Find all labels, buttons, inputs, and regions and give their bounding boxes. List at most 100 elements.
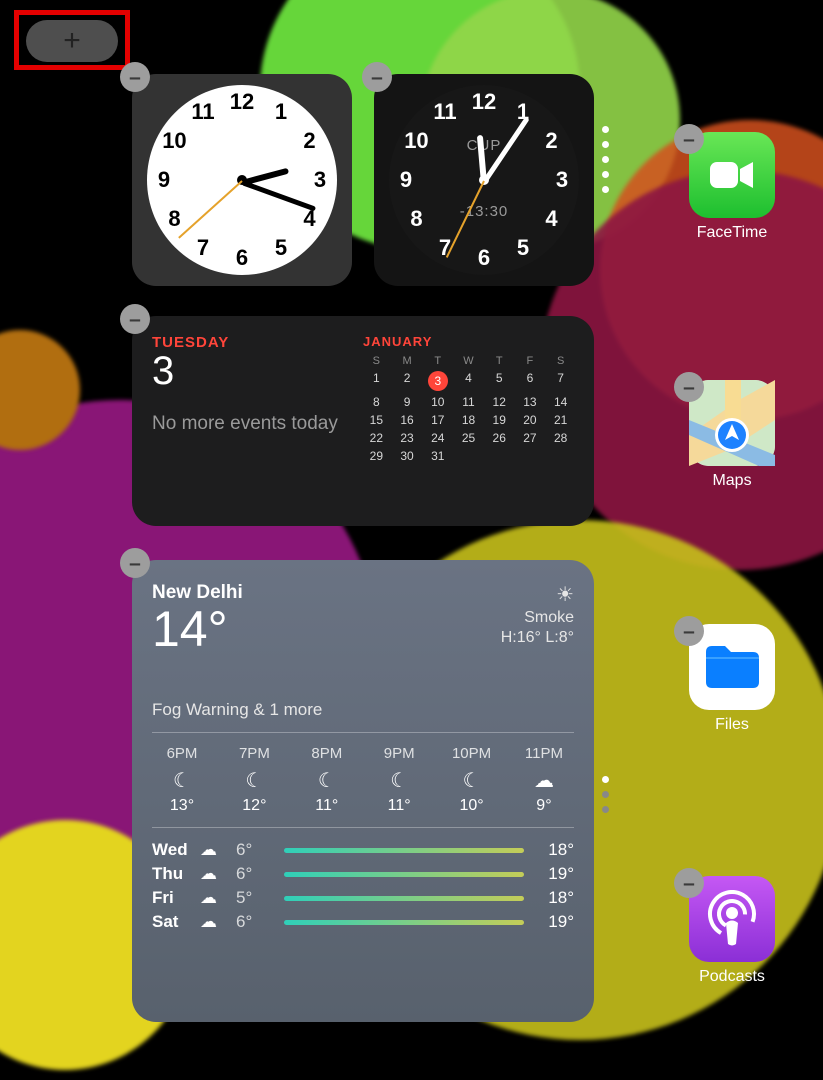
- calendar-dow: T: [486, 355, 513, 367]
- widget-page-dots[interactable]: [602, 126, 609, 193]
- remove-app-button[interactable]: –: [674, 616, 704, 646]
- app-maps[interactable]: – Maps: [682, 380, 782, 490]
- weather-day-row: Thu☁6°19°: [152, 864, 574, 884]
- calendar-cell: 31: [424, 449, 451, 463]
- weather-day-row: Fri☁5°18°: [152, 888, 574, 908]
- calendar-cell: 23: [394, 431, 421, 445]
- clock-numeral: 7: [197, 235, 209, 261]
- podcast-icon: [705, 890, 759, 948]
- clock-widget-world[interactable]: – CUP -13:30 121234567891011: [374, 74, 594, 286]
- weather-widget[interactable]: – New Delhi 14° ☀ Smoke H:16° L:8° Fog W…: [132, 560, 594, 1022]
- weather-condition: Smoke: [501, 609, 574, 627]
- clock-numeral: 5: [275, 235, 287, 261]
- clock-numeral: 5: [517, 235, 529, 261]
- clock-numeral: 2: [545, 128, 557, 154]
- app-podcasts[interactable]: – Podcasts: [682, 876, 782, 986]
- app-label: Maps: [682, 472, 782, 490]
- app-label: Podcasts: [682, 968, 782, 986]
- folder-icon: [703, 644, 761, 690]
- calendar-cell: 20: [517, 413, 544, 427]
- calendar-cell: 1: [363, 371, 390, 391]
- calendar-cell: 18: [455, 413, 482, 427]
- clock-numeral: 2: [303, 128, 315, 154]
- app-facetime[interactable]: – FaceTime: [682, 132, 782, 242]
- remove-widget-button[interactable]: –: [120, 548, 150, 578]
- highlight-box: [14, 10, 130, 70]
- remove-app-button[interactable]: –: [674, 868, 704, 898]
- calendar-cell: 17: [424, 413, 451, 427]
- clock-numeral: 3: [314, 167, 326, 193]
- weather-hour: 6PM☾13°: [152, 745, 212, 815]
- calendar-cell: 28: [547, 431, 574, 445]
- clock-numeral: 11: [433, 99, 456, 125]
- clock-numeral: 10: [162, 128, 186, 154]
- calendar-cell: 12: [486, 395, 513, 409]
- clock-numeral: 12: [472, 89, 496, 115]
- weather-temp: 14°: [152, 604, 243, 654]
- weather-hilo: H:16° L:8°: [501, 629, 574, 647]
- clock-numeral: 12: [230, 89, 254, 115]
- calendar-cell: 19: [486, 413, 513, 427]
- calendar-cell: 3: [424, 371, 451, 391]
- calendar-cell: 27: [517, 431, 544, 445]
- calendar-cell: 9: [394, 395, 421, 409]
- remove-widget-button[interactable]: –: [120, 62, 150, 92]
- calendar-cell: 21: [547, 413, 574, 427]
- app-files[interactable]: – Files: [682, 624, 782, 734]
- calendar-cell: 16: [394, 413, 421, 427]
- calendar-cell: 14: [547, 395, 574, 409]
- calendar-dow: M: [394, 355, 421, 367]
- calendar-cell: [455, 449, 482, 463]
- calendar-cell: 26: [486, 431, 513, 445]
- calendar-cell: 15: [363, 413, 390, 427]
- calendar-message: No more events today: [152, 412, 363, 437]
- calendar-cell: 22: [363, 431, 390, 445]
- weather-hour: 8PM☾11°: [297, 745, 357, 815]
- sun-icon: ☀: [501, 582, 574, 607]
- calendar-cell: 5: [486, 371, 513, 391]
- calendar-cell: 8: [363, 395, 390, 409]
- calendar-widget[interactable]: – TUESDAY 3 No more events today JANUARY…: [132, 316, 594, 526]
- clock-numeral: 8: [410, 206, 422, 232]
- remove-app-button[interactable]: –: [674, 124, 704, 154]
- calendar-cell: 6: [517, 371, 544, 391]
- clock-numeral: 6: [478, 245, 490, 271]
- clock-numeral: 9: [400, 167, 412, 193]
- clock-numeral: 1: [275, 99, 287, 125]
- calendar-cell: 11: [455, 395, 482, 409]
- calendar-cell: 25: [455, 431, 482, 445]
- clock-face: 121234567891011: [147, 85, 337, 275]
- calendar-cell: 4: [455, 371, 482, 391]
- clock-widget-local[interactable]: – 121234567891011: [132, 74, 352, 286]
- calendar-grid: SMTWTFS123456789101112131415161718192021…: [363, 355, 574, 463]
- app-label: FaceTime: [682, 224, 782, 242]
- calendar-month: JANUARY: [363, 334, 574, 349]
- calendar-dow: F: [517, 355, 544, 367]
- calendar-cell: [547, 449, 574, 463]
- calendar-cell: 13: [517, 395, 544, 409]
- weather-hour: 10PM☾10°: [442, 745, 502, 815]
- clock-numeral: 4: [545, 206, 557, 232]
- calendar-date: 3: [152, 349, 363, 394]
- weather-day-row: Wed☁6°18°: [152, 840, 574, 860]
- weather-hourly: 6PM☾13°7PM☾12°8PM☾11°9PM☾11°10PM☾10°11PM…: [152, 745, 574, 815]
- clock-numeral: 10: [404, 128, 428, 154]
- clock-face: CUP -13:30 121234567891011: [389, 85, 579, 275]
- remove-widget-button[interactable]: –: [120, 304, 150, 334]
- calendar-cell: [517, 449, 544, 463]
- calendar-cell: 24: [424, 431, 451, 445]
- clock-numeral: 9: [158, 167, 170, 193]
- calendar-dow: S: [547, 355, 574, 367]
- calendar-cell: 2: [394, 371, 421, 391]
- calendar-cell: 10: [424, 395, 451, 409]
- clock-numeral: 6: [236, 245, 248, 271]
- widget-page-dots[interactable]: [602, 776, 609, 813]
- calendar-dow: T: [424, 355, 451, 367]
- weather-hour: 9PM☾11°: [369, 745, 429, 815]
- remove-widget-button[interactable]: –: [362, 62, 392, 92]
- weather-alert: Fog Warning & 1 more: [152, 700, 574, 720]
- weather-hour: 7PM☾12°: [224, 745, 284, 815]
- calendar-cell: 29: [363, 449, 390, 463]
- calendar-cell: [486, 449, 513, 463]
- remove-app-button[interactable]: –: [674, 372, 704, 402]
